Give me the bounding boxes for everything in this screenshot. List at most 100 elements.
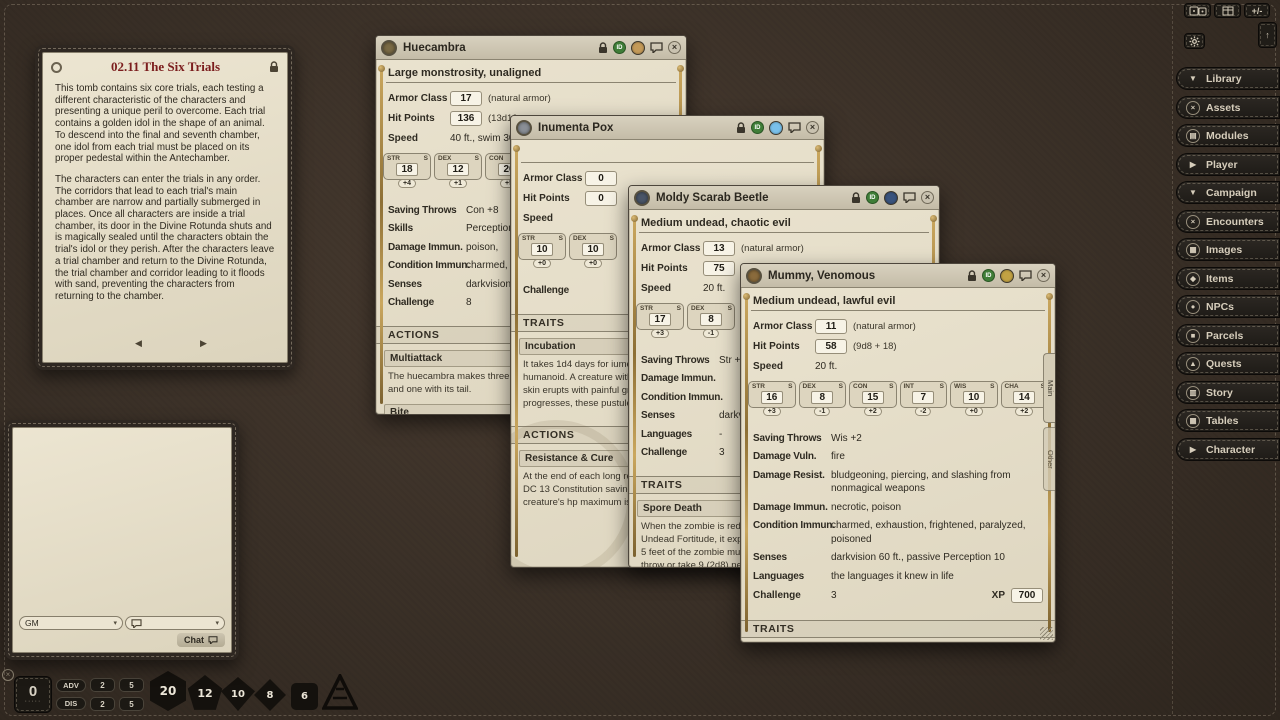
advantage-button[interactable]: ADV — [56, 679, 86, 692]
ability-modifier[interactable]: +4 — [398, 179, 416, 188]
stat-value[interactable]: darkvision 60 ft., passive Perception 10 — [831, 551, 1043, 565]
ability-score[interactable]: 8 — [700, 313, 722, 326]
ability-modifier[interactable]: -1 — [814, 407, 830, 416]
chat-bubble-icon[interactable] — [903, 192, 916, 203]
ability-modifier[interactable]: +3 — [763, 407, 781, 416]
chat-bubble-icon[interactable] — [650, 42, 663, 53]
lock-icon[interactable] — [269, 61, 279, 73]
ability-save-button[interactable]: S — [424, 155, 428, 162]
ability-box[interactable]: DEX S 8 -1 — [687, 303, 735, 330]
token-icon[interactable] — [631, 41, 645, 55]
lock-icon[interactable] — [851, 192, 861, 204]
sidebar-item-npcs[interactable]: ●NPCs — [1176, 295, 1280, 318]
chat-window[interactable]: GM ▾ ▾ Chat — [5, 420, 239, 660]
sidebar-item-quests[interactable]: ▲Quests — [1176, 352, 1280, 375]
ability-modifier[interactable]: +0 — [584, 259, 602, 268]
gm-identity-dropdown[interactable]: GM ▾ — [19, 616, 123, 630]
ability-save-button[interactable]: S — [788, 383, 792, 390]
lock-icon[interactable] — [598, 42, 608, 54]
ability-box[interactable]: STR S 16 +3 — [748, 381, 796, 408]
close-icon[interactable]: × — [668, 41, 681, 54]
table-panel-button[interactable] — [1214, 3, 1241, 18]
close-icon[interactable]: × — [1037, 269, 1050, 282]
ability-score[interactable]: 18 — [396, 163, 418, 176]
sidebar-item-images[interactable]: ▦Images — [1176, 238, 1280, 261]
xp-value[interactable]: 700 — [1011, 588, 1043, 603]
quick-modifier-button[interactable]: 5 — [119, 697, 144, 711]
dice-tower-icon[interactable] — [322, 674, 358, 715]
chevron-down-icon[interactable]: ▾ — [215, 619, 219, 627]
id-badge[interactable]: ID — [613, 41, 626, 54]
sidebar-item-modules[interactable]: ▤Modules — [1176, 124, 1280, 147]
ability-box[interactable]: DEX S 12 +1 — [434, 153, 482, 180]
chat-log[interactable]: GM ▾ ▾ Chat — [12, 427, 232, 653]
ability-box[interactable]: STR S 18 +4 — [383, 153, 431, 180]
modifier-panel-button[interactable]: +/- — [1244, 3, 1270, 18]
armor-class-value[interactable]: 11 — [815, 319, 847, 334]
statblock-window-mummy-venomous[interactable]: Mummy, Venomous ID × Main Other Medium u… — [740, 263, 1056, 643]
disadvantage-button[interactable]: DIS — [56, 697, 86, 710]
tab-main[interactable]: Main — [1043, 353, 1055, 423]
window-titlebar[interactable]: Huecambra ID × — [376, 36, 686, 60]
d10-die[interactable]: 10 — [221, 677, 255, 711]
ability-modifier[interactable]: +2 — [1015, 407, 1033, 416]
ability-score[interactable]: 12 — [447, 163, 469, 176]
options-button[interactable] — [1184, 33, 1205, 49]
armor-class-value[interactable]: 17 — [450, 91, 482, 106]
window-titlebar[interactable]: Mummy, Venomous ID × — [741, 264, 1055, 288]
d20-die[interactable]: 20 — [148, 671, 188, 711]
radial-menu-icon[interactable]: × — [2, 669, 14, 681]
challenge-value[interactable]: 3 — [831, 590, 837, 601]
ability-score[interactable]: 10 — [963, 391, 985, 404]
ability-box[interactable]: STR S 17 +3 — [636, 303, 684, 330]
ability-save-button[interactable]: S — [677, 305, 681, 312]
token-icon[interactable] — [769, 121, 783, 135]
sidebar-category-campaign[interactable]: ▼Campaign — [1176, 181, 1280, 204]
ability-score[interactable]: 8 — [811, 391, 833, 404]
sidebar-category-library[interactable]: ▼Library — [1176, 67, 1280, 90]
ability-modifier[interactable]: +3 — [651, 329, 669, 338]
tab-other[interactable]: Other — [1043, 427, 1055, 491]
token-icon[interactable] — [1000, 269, 1014, 283]
ability-modifier[interactable]: -1 — [703, 329, 719, 338]
sidebar-item-story[interactable]: ▥Story — [1176, 381, 1280, 404]
hit-points-value[interactable]: 58 — [815, 339, 847, 354]
id-badge[interactable]: ID — [751, 121, 764, 134]
ability-modifier[interactable]: +0 — [533, 259, 551, 268]
collapse-sidebar-button[interactable]: ↑ — [1258, 22, 1277, 48]
hit-points-value[interactable]: 136 — [450, 111, 482, 126]
quick-modifier-button[interactable]: 2 — [90, 697, 115, 711]
lock-icon[interactable] — [736, 122, 746, 134]
ability-box[interactable]: CON S 15 +2 — [849, 381, 897, 408]
lock-icon[interactable] — [967, 270, 977, 282]
armor-class-value[interactable]: 0 — [585, 171, 617, 186]
close-icon[interactable]: × — [806, 121, 819, 134]
story-titlebar[interactable]: 02.11 The Six Trials — [43, 53, 287, 77]
story-window[interactable]: 02.11 The Six Trials This tomb contains … — [35, 45, 295, 370]
d8-die[interactable]: 8 — [254, 679, 286, 711]
dice-panel-button[interactable] — [1184, 3, 1211, 18]
ability-save-button[interactable]: S — [839, 383, 843, 390]
sidebar-category-character[interactable]: ▶Character — [1176, 438, 1280, 461]
ability-save-button[interactable]: S — [610, 235, 614, 242]
chat-bubble-icon[interactable] — [1019, 270, 1032, 281]
npc-portrait-icon[interactable] — [634, 190, 650, 206]
window-titlebar[interactable]: Moldy Scarab Beetle ID × — [629, 186, 939, 210]
speed-value[interactable]: 20 ft. — [703, 283, 725, 294]
ability-box[interactable]: WIS S 10 +0 — [950, 381, 998, 408]
npc-portrait-icon[interactable] — [746, 268, 762, 284]
ability-score[interactable]: 16 — [761, 391, 783, 404]
ability-box[interactable]: INT S 7 -2 — [900, 381, 948, 408]
ability-modifier[interactable]: +2 — [864, 407, 882, 416]
stat-value[interactable]: Wis +2 — [831, 432, 1043, 446]
ability-score[interactable]: 10 — [531, 243, 553, 256]
stat-value[interactable]: the languages it knew in life — [831, 570, 1043, 584]
ability-save-button[interactable]: S — [728, 305, 732, 312]
id-badge[interactable]: ID — [982, 269, 995, 282]
sidebar-item-encounters[interactable]: ×Encounters — [1176, 210, 1280, 233]
ability-save-button[interactable]: S — [940, 383, 944, 390]
ability-save-button[interactable]: S — [559, 235, 563, 242]
chevron-down-icon[interactable]: ▾ — [113, 619, 117, 627]
sidebar-item-assets[interactable]: ×Assets — [1176, 96, 1280, 119]
ability-modifier[interactable]: -2 — [915, 407, 931, 416]
